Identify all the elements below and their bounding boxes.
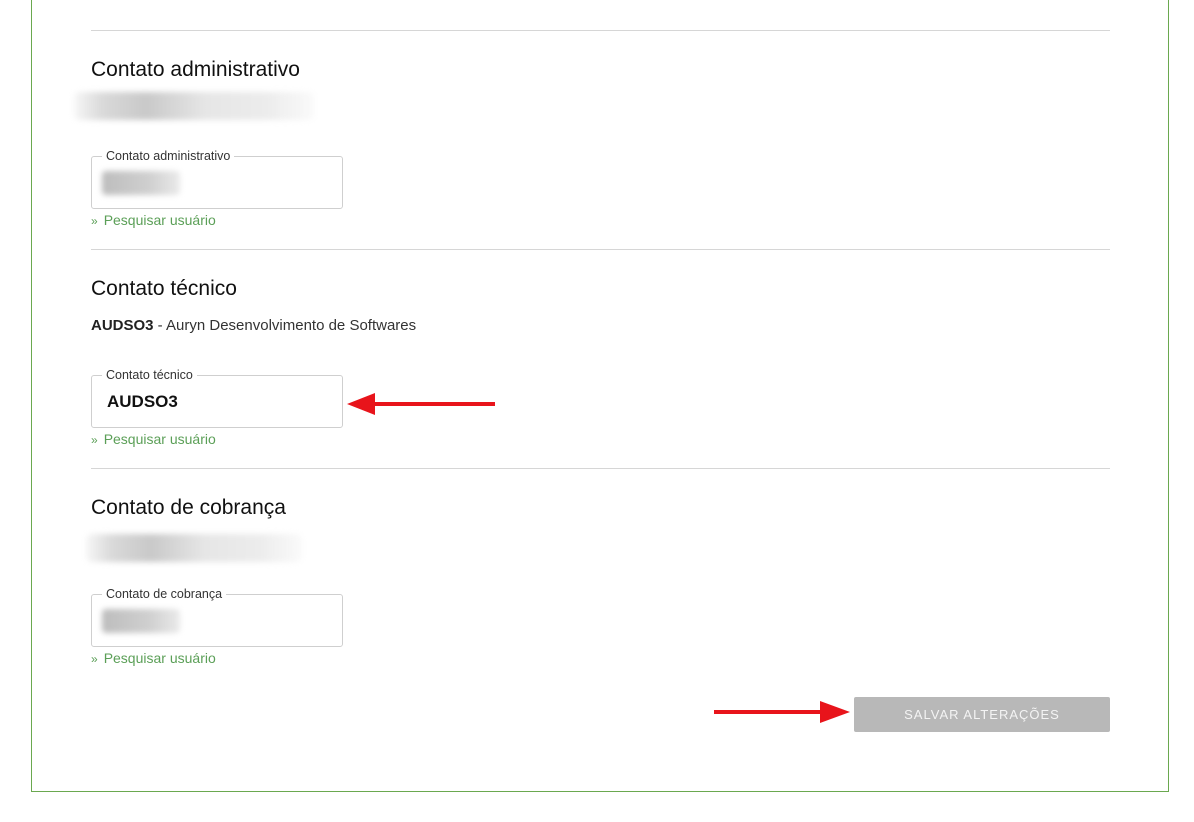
section-title-billing: Contato de cobrança (91, 496, 286, 519)
chevron-right-icon: » (91, 652, 98, 666)
billing-search-user-link[interactable]: » Pesquisar usuário (91, 650, 216, 666)
admin-search-user-link[interactable]: » Pesquisar usuário (91, 212, 216, 228)
divider (91, 30, 1110, 31)
chevron-right-icon: » (91, 214, 98, 228)
technical-contact-field[interactable]: Contato técnico AUDSO3 (91, 368, 343, 428)
section-title-admin: Contato administrativo (91, 58, 300, 81)
annotation-arrow-left-icon (347, 393, 495, 415)
technical-summary-code: AUDSO3 (91, 317, 154, 334)
section-title-technical: Contato técnico (91, 277, 237, 300)
technical-contact-value[interactable]: AUDSO3 (107, 392, 178, 412)
save-changes-button[interactable]: SALVAR ALTERAÇÕES (854, 697, 1110, 732)
technical-search-user-label: Pesquisar usuário (103, 431, 216, 447)
technical-contact-legend: Contato técnico (102, 368, 197, 382)
chevron-right-icon: » (91, 433, 98, 447)
technical-search-user-link[interactable]: » Pesquisar usuário (91, 431, 216, 447)
admin-contact-field[interactable]: Contato administrativo (91, 149, 343, 209)
billing-contact-value-redacted (102, 609, 180, 633)
billing-contact-legend: Contato de cobrança (102, 587, 227, 601)
divider (91, 249, 1110, 250)
divider (91, 468, 1110, 469)
admin-summary-redacted (74, 92, 314, 120)
billing-summary-redacted (86, 534, 302, 562)
technical-summary: AUDSO3 - Auryn Desenvolvimento de Softwa… (91, 317, 416, 334)
admin-contact-value-redacted (102, 171, 180, 195)
admin-contact-legend: Contato administrativo (102, 149, 235, 163)
technical-summary-name: - Auryn Desenvolvimento de Softwares (153, 317, 417, 334)
annotation-arrow-right-icon (714, 701, 850, 723)
billing-search-user-label: Pesquisar usuário (103, 650, 216, 666)
billing-contact-field[interactable]: Contato de cobrança (91, 587, 343, 647)
admin-search-user-label: Pesquisar usuário (103, 212, 216, 228)
